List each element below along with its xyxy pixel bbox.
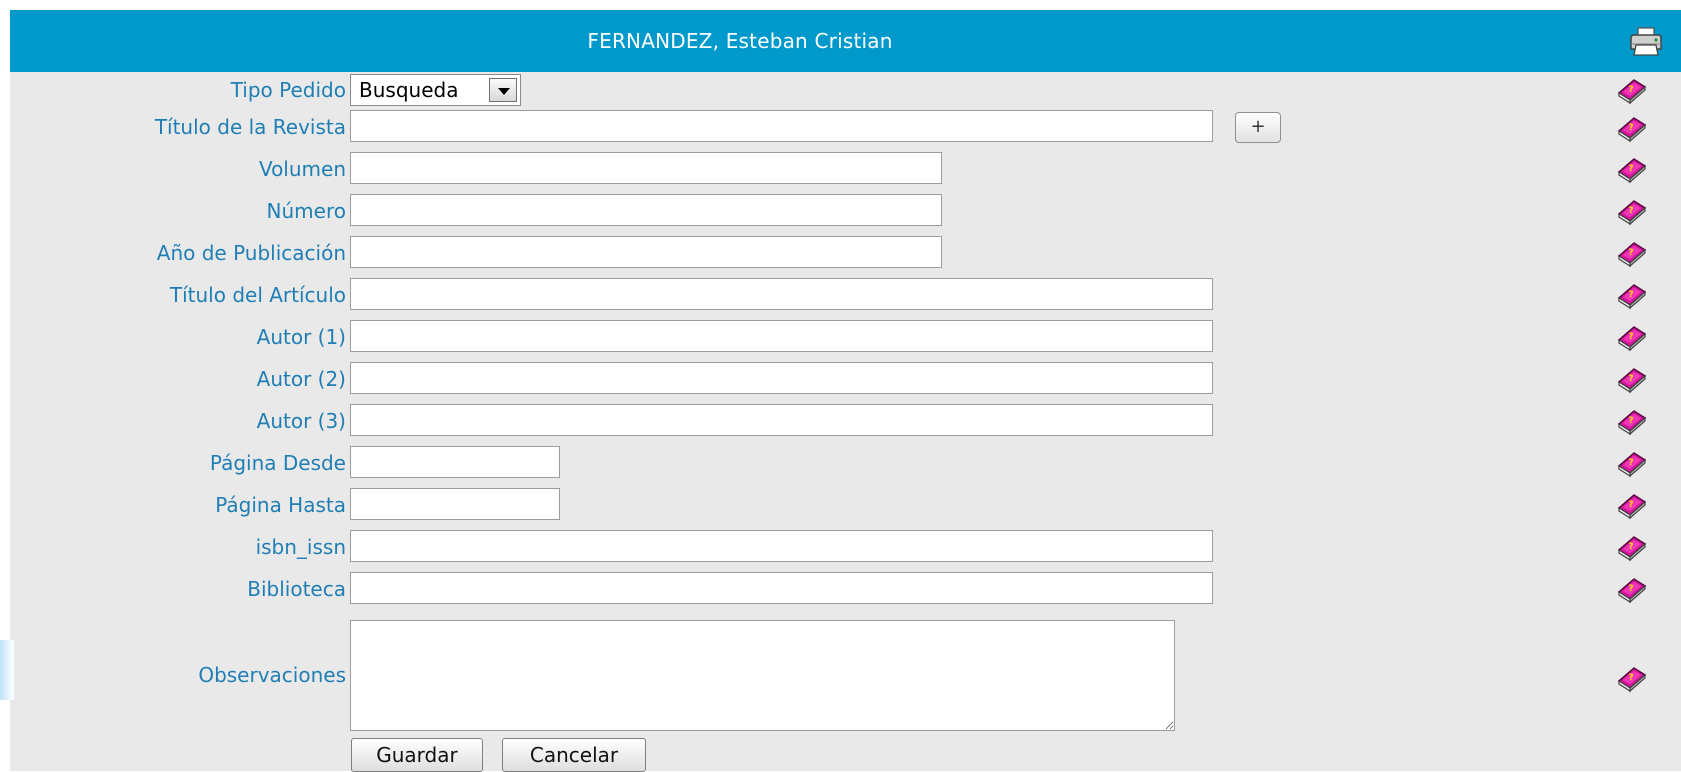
- pagina-hasta-input[interactable]: [350, 488, 560, 520]
- help-book-icon[interactable]: [1614, 448, 1648, 478]
- autor-2-label: Autor (2): [256, 367, 346, 391]
- titulo-articulo-label: Título del Artículo: [169, 283, 346, 307]
- numero-label: Número: [266, 199, 346, 223]
- biblioteca-input[interactable]: [350, 572, 1213, 604]
- help-book-icon[interactable]: [1614, 322, 1648, 352]
- tipo-pedido-value: Busqueda: [359, 78, 459, 102]
- autor-3-label: Autor (3): [256, 409, 346, 433]
- numero-input[interactable]: [350, 194, 942, 226]
- help-book-icon[interactable]: [1614, 75, 1648, 105]
- user-name-title: FERNANDEZ, Esteban Cristian: [587, 29, 893, 53]
- tipo-pedido-label: Tipo Pedido: [230, 78, 346, 102]
- chevron-down-icon[interactable]: [489, 78, 517, 102]
- anio-publicacion-input[interactable]: [350, 236, 942, 268]
- cancel-button[interactable]: Cancelar: [502, 738, 646, 772]
- header-bar: FERNANDEZ, Esteban Cristian: [10, 10, 1681, 72]
- add-revista-button[interactable]: +: [1235, 112, 1281, 143]
- observaciones-textarea[interactable]: [350, 620, 1175, 731]
- autor-1-label: Autor (1): [256, 325, 346, 349]
- help-book-icon[interactable]: [1614, 490, 1648, 520]
- help-book-icon[interactable]: [1614, 532, 1648, 562]
- help-book-icon[interactable]: [1614, 113, 1648, 143]
- help-book-icon[interactable]: [1614, 406, 1648, 436]
- anio-publicacion-label: Año de Publicación: [156, 241, 346, 265]
- isbn-issn-label: isbn_issn: [255, 535, 346, 559]
- biblioteca-label: Biblioteca: [247, 577, 346, 601]
- request-form-panel: FERNANDEZ, Esteban Cristian Tipo Pedido …: [10, 10, 1681, 772]
- pagina-desde-input[interactable]: [350, 446, 560, 478]
- printer-icon[interactable]: [1628, 24, 1664, 58]
- help-book-icon[interactable]: [1614, 238, 1648, 268]
- titulo-revista-label: Título de la Revista: [154, 115, 346, 139]
- pagina-hasta-label: Página Hasta: [215, 493, 346, 517]
- autor-2-input[interactable]: [350, 362, 1213, 394]
- titulo-revista-input[interactable]: [350, 110, 1213, 142]
- save-button[interactable]: Guardar: [351, 738, 483, 772]
- autor-1-input[interactable]: [350, 320, 1213, 352]
- help-book-icon[interactable]: [1614, 196, 1648, 226]
- volumen-label: Volumen: [258, 157, 346, 181]
- help-book-icon[interactable]: [1614, 574, 1648, 604]
- observaciones-label: Observaciones: [198, 663, 346, 687]
- help-book-icon[interactable]: [1614, 154, 1648, 184]
- help-book-icon[interactable]: [1614, 364, 1648, 394]
- isbn-issn-input[interactable]: [350, 530, 1213, 562]
- help-book-icon[interactable]: [1614, 280, 1648, 310]
- pagina-desde-label: Página Desde: [209, 451, 346, 475]
- background-decoration: [0, 640, 14, 700]
- autor-3-input[interactable]: [350, 404, 1213, 436]
- volumen-input[interactable]: [350, 152, 942, 184]
- help-book-icon[interactable]: [1614, 663, 1648, 693]
- tipo-pedido-select[interactable]: Busqueda: [350, 74, 521, 106]
- titulo-articulo-input[interactable]: [350, 278, 1213, 310]
